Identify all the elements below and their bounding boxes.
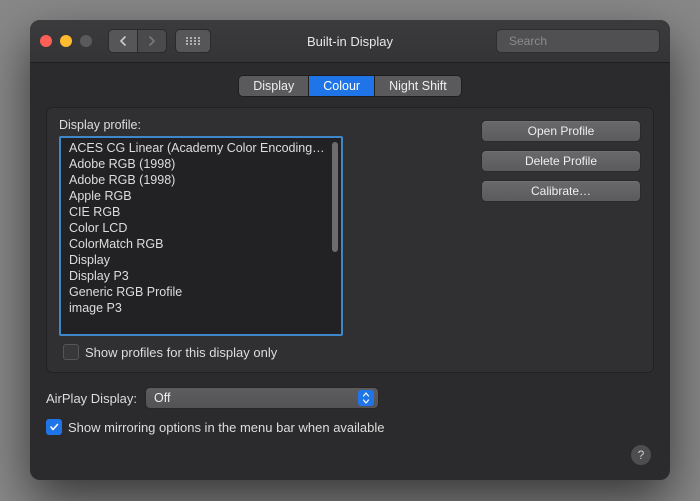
body: Display Colour Night Shift Display profi… — [30, 63, 670, 480]
check-icon — [49, 422, 59, 432]
list-item[interactable]: Generic RGB Profile — [61, 284, 341, 300]
show-only-label: Show profiles for this display only — [85, 345, 277, 360]
search-field[interactable] — [496, 29, 660, 53]
scrollbar-thumb[interactable] — [332, 142, 338, 252]
airplay-row: AirPlay Display: Off — [46, 387, 654, 409]
profile-items: ACES CG Linear (Academy Color Encoding… … — [61, 138, 341, 336]
titlebar: Built-in Display — [30, 20, 670, 63]
profile-actions: Open Profile Delete Profile Calibrate… — [481, 120, 641, 336]
back-button[interactable] — [108, 29, 138, 53]
search-input[interactable] — [507, 33, 666, 49]
list-item[interactable]: ACES CG Linear (Academy Color Encoding… — [61, 140, 341, 156]
profile-listbox[interactable]: ACES CG Linear (Academy Color Encoding… … — [59, 136, 343, 336]
nav-back-forward — [108, 29, 167, 53]
list-item[interactable]: image P3 — [61, 300, 341, 316]
list-item[interactable]: Apple RGB — [61, 188, 341, 204]
list-item[interactable]: CIE RGB — [61, 204, 341, 220]
grid-icon — [185, 36, 201, 46]
mirror-row: Show mirroring options in the menu bar w… — [46, 419, 654, 435]
segmented-tabs: Display Colour Night Shift — [238, 75, 462, 97]
list-item[interactable]: ColorMatch RGB — [61, 236, 341, 252]
mirror-label: Show mirroring options in the menu bar w… — [68, 420, 385, 435]
colour-panel: Display profile: ACES CG Linear (Academy… — [46, 107, 654, 373]
list-item[interactable]: Adobe RGB (1998) — [61, 156, 341, 172]
prefs-window: Built-in Display Display Colour Night Sh… — [30, 20, 670, 480]
airplay-label: AirPlay Display: — [46, 391, 137, 406]
airplay-popup[interactable]: Off — [145, 387, 379, 409]
show-all-button[interactable] — [175, 29, 211, 53]
show-only-row: Show profiles for this display only — [63, 344, 641, 360]
tab-display[interactable]: Display — [239, 76, 309, 96]
mirror-checkbox[interactable] — [46, 419, 62, 435]
airplay-value: Off — [154, 391, 170, 405]
open-profile-button[interactable]: Open Profile — [481, 120, 641, 142]
profile-label: Display profile: — [59, 118, 343, 132]
list-item[interactable]: Adobe RGB (1998) — [61, 172, 341, 188]
list-item[interactable]: Color LCD — [61, 220, 341, 236]
popup-arrows-icon — [358, 390, 374, 406]
help-button[interactable]: ? — [630, 444, 652, 466]
profile-column: Display profile: ACES CG Linear (Academy… — [59, 118, 343, 336]
minimize-button[interactable] — [60, 35, 72, 47]
show-only-checkbox[interactable] — [63, 344, 79, 360]
calibrate-button[interactable]: Calibrate… — [481, 180, 641, 202]
zoom-button[interactable] — [80, 35, 92, 47]
traffic-lights — [40, 35, 92, 47]
tab-colour[interactable]: Colour — [309, 76, 375, 96]
list-item[interactable]: Display P3 — [61, 268, 341, 284]
close-button[interactable] — [40, 35, 52, 47]
tab-night-shift[interactable]: Night Shift — [375, 76, 461, 96]
forward-button[interactable] — [138, 29, 167, 53]
delete-profile-button[interactable]: Delete Profile — [481, 150, 641, 172]
list-item[interactable]: Display — [61, 252, 341, 268]
chevron-left-icon — [119, 36, 127, 46]
chevron-right-icon — [148, 36, 156, 46]
